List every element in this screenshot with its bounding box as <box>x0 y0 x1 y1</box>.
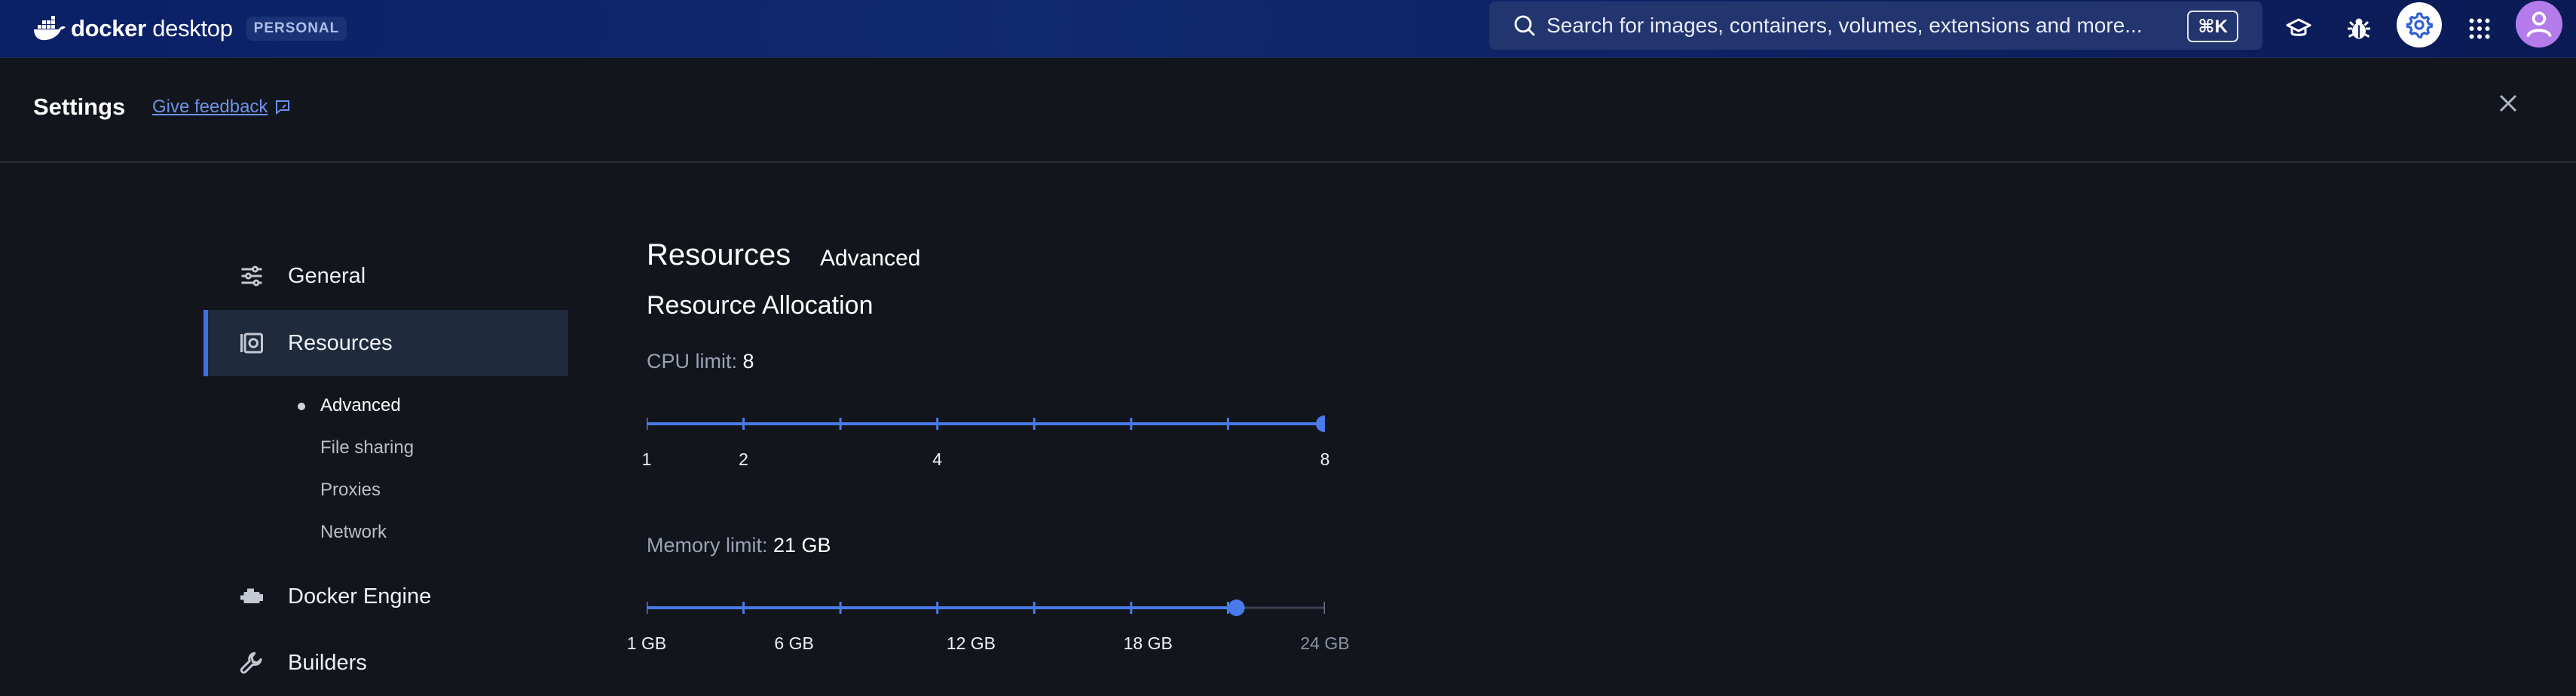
memory-limit-label-text: Memory limit: <box>647 534 768 556</box>
logo-text-light: desktop <box>152 15 233 41</box>
cpu-slider-thumb[interactable] <box>1316 415 1325 432</box>
cpu-limit-value: 8 <box>742 350 754 373</box>
top-bar: docker desktop PERSONAL Search for image… <box>0 0 2576 58</box>
memory-tick-label: 12 GB <box>946 633 996 653</box>
memory-limit-value: 21 GB <box>773 534 831 556</box>
sidebar-item-docker-engine[interactable]: Docker Engine <box>203 563 568 630</box>
memory-limit-label: Memory limit: 21 GB <box>647 534 831 557</box>
close-settings-button[interactable] <box>2494 89 2522 118</box>
header-divider <box>0 161 2576 163</box>
user-icon <box>2526 11 2552 38</box>
sidebar-item-label: Builders <box>288 650 367 675</box>
sidebar-subitem-network[interactable]: Network <box>320 522 387 543</box>
global-search[interactable]: Search for images, containers, volumes, … <box>1489 2 2262 50</box>
sidebar-subitem-proxies[interactable]: Proxies <box>320 480 381 501</box>
give-feedback-label: Give feedback <box>152 97 268 117</box>
sidebar-item-general[interactable]: General <box>203 243 568 309</box>
docker-whale-icon <box>34 16 66 41</box>
gear-icon <box>2406 12 2433 38</box>
search-icon <box>1514 15 1535 36</box>
sidebar-item-label: Resources <box>288 330 393 355</box>
bug-icon <box>2348 18 2370 39</box>
close-icon <box>2499 94 2517 112</box>
disk-icon <box>237 328 267 358</box>
sidebar-item-label: Docker Engine <box>288 584 432 609</box>
sidebar-item-resources[interactable]: Resources <box>203 310 568 376</box>
memory-limit-slider[interactable] <box>647 593 1325 623</box>
sidebar-item-label: General <box>288 263 366 288</box>
user-avatar[interactable] <box>2516 1 2562 48</box>
cpu-limit-label-text: CPU limit: <box>647 350 737 373</box>
cpu-limit-label: CPU limit: 8 <box>647 350 754 373</box>
sidebar-subitem-file-sharing[interactable]: File sharing <box>320 437 414 458</box>
docker-logo[interactable]: docker desktop PERSONAL <box>33 9 347 48</box>
learning-center-button[interactable] <box>2281 11 2317 47</box>
sidebar-subitem-advanced[interactable]: Advanced <box>320 395 401 416</box>
cpu-tick-label: 4 <box>932 449 943 469</box>
wrench-icon <box>237 648 267 678</box>
sidebar-item-builders[interactable]: Builders <box>203 630 568 696</box>
tab-advanced[interactable]: Advanced <box>820 246 920 271</box>
cpu-limit-slider[interactable] <box>647 409 1325 439</box>
graduation-cap-icon <box>2286 18 2311 36</box>
feedback-icon <box>276 100 290 115</box>
memory-tick-label: 18 GB <box>1123 633 1173 653</box>
search-shortcut-badge: ⌘K <box>2187 11 2238 42</box>
memory-tick-label: 6 GB <box>774 633 814 653</box>
settings-button[interactable] <box>2397 2 2442 48</box>
troubleshoot-button[interactable] <box>2341 11 2377 47</box>
sliders-icon <box>237 261 267 291</box>
logo-text-bold: docker <box>71 15 146 41</box>
apps-grid-button[interactable] <box>2461 11 2498 47</box>
memory-tick-label: 24 GB <box>1300 633 1350 653</box>
resource-allocation-heading: Resource Allocation <box>647 291 873 320</box>
memory-slider-thumb[interactable] <box>1228 599 1245 616</box>
cpu-tick-label: 8 <box>1320 449 1330 469</box>
grid-icon <box>2469 18 2490 39</box>
search-placeholder: Search for images, containers, volumes, … <box>1547 14 2143 37</box>
give-feedback-link[interactable]: Give feedback <box>152 97 292 118</box>
active-subitem-dot <box>298 403 305 410</box>
memory-tick-label: 1 GB <box>626 633 667 653</box>
cpu-tick-label: 2 <box>739 449 748 469</box>
plan-badge: PERSONAL <box>246 17 347 41</box>
section-title: Resources <box>647 238 791 271</box>
engine-icon <box>237 581 267 612</box>
page-title: Settings <box>33 94 126 120</box>
cpu-tick-label: 1 <box>641 449 652 469</box>
